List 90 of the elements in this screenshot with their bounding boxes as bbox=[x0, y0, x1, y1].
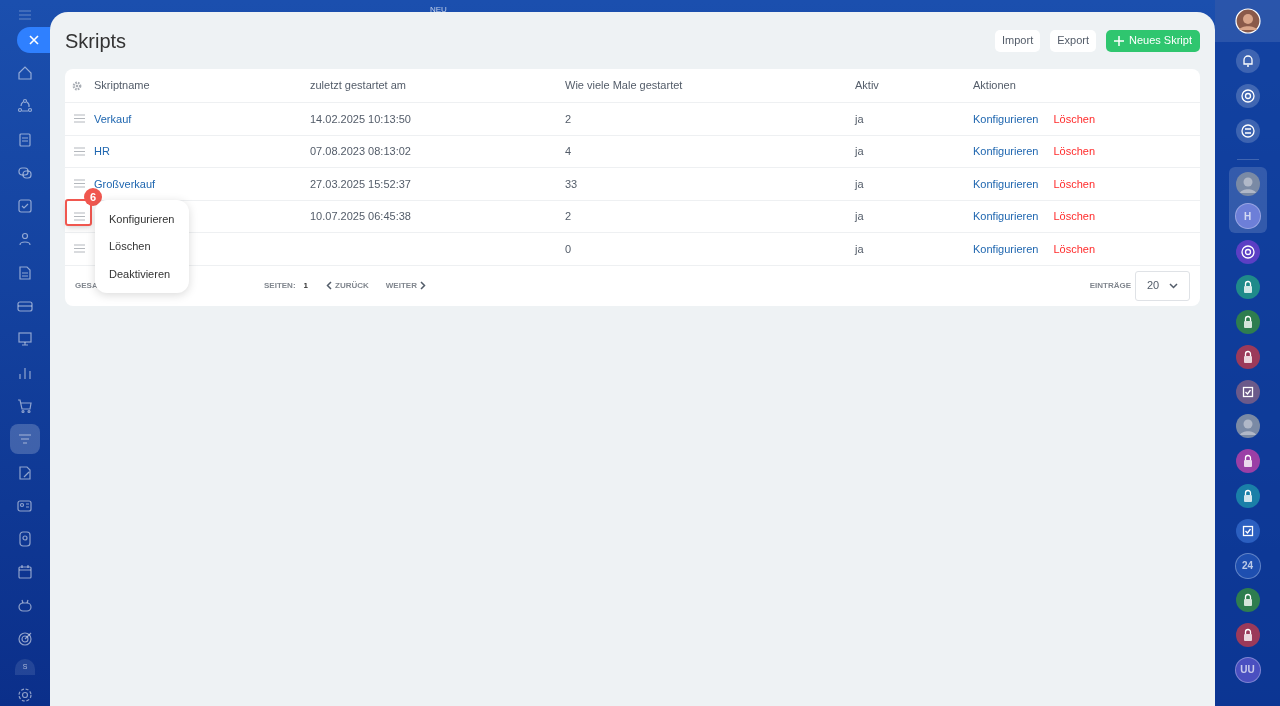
table-cell: 4 bbox=[565, 145, 572, 157]
configure-link[interactable]: Konfigurieren bbox=[973, 240, 1039, 257]
previous-button[interactable]: ZURÜCK bbox=[326, 279, 369, 292]
task-icon[interactable] bbox=[1234, 378, 1261, 405]
export-button[interactable]: Export bbox=[1050, 29, 1096, 52]
avatar-icon[interactable] bbox=[1234, 413, 1261, 440]
chat-avatar[interactable]: UU bbox=[1234, 656, 1261, 683]
page-number: 1 bbox=[303, 279, 308, 292]
card-icon bbox=[17, 298, 33, 315]
table-cell: ja bbox=[855, 177, 864, 190]
robot-icon bbox=[17, 597, 33, 614]
chevron-down-icon bbox=[1169, 282, 1178, 289]
task-icon[interactable] bbox=[1234, 517, 1261, 544]
drag-handle-icon[interactable] bbox=[74, 114, 85, 124]
next-button[interactable]: WEITER bbox=[385, 279, 426, 292]
cycle-icon bbox=[17, 98, 33, 115]
calendar-icon bbox=[17, 564, 33, 581]
cart-icon bbox=[17, 397, 33, 414]
entries-select[interactable]: 20 bbox=[1135, 270, 1190, 301]
chat-avatar[interactable]: 24 bbox=[1234, 552, 1261, 579]
file-icon bbox=[17, 264, 33, 281]
lock-icon[interactable] bbox=[1234, 587, 1261, 614]
column-header: Skriptname bbox=[94, 78, 151, 94]
delete-link[interactable]: Löschen bbox=[1053, 143, 1096, 160]
lock-icon[interactable] bbox=[1234, 448, 1261, 475]
total-label: GESA bbox=[75, 279, 99, 292]
target-icon bbox=[17, 631, 33, 648]
contact-card-icon bbox=[17, 497, 33, 514]
configure-link[interactable]: Konfigurieren bbox=[973, 175, 1039, 192]
drag-handle-icon[interactable] bbox=[74, 146, 85, 156]
delete-link[interactable]: Löschen bbox=[1053, 175, 1096, 192]
page-title: Skripts bbox=[65, 28, 127, 54]
close-button[interactable] bbox=[17, 27, 51, 53]
plus-icon bbox=[1114, 35, 1124, 46]
lock-icon[interactable] bbox=[1234, 482, 1261, 509]
chat-icon bbox=[17, 164, 33, 181]
lock-icon[interactable] bbox=[1234, 274, 1261, 301]
table-cell: 2 bbox=[565, 112, 572, 125]
new-label: NEU bbox=[430, 4, 447, 16]
column-header: zuletzt gestartet am bbox=[310, 78, 407, 94]
table-cell: 33 bbox=[565, 177, 578, 190]
people-icon bbox=[17, 231, 33, 248]
delete-link[interactable]: Löschen bbox=[1053, 208, 1096, 225]
settings-icon[interactable] bbox=[17, 687, 33, 704]
drag-handle-icon[interactable] bbox=[74, 179, 85, 189]
delete-link[interactable]: Löschen bbox=[1053, 110, 1096, 127]
column-header: Wie viele Male gestartet bbox=[565, 78, 684, 94]
chevron-right-icon bbox=[419, 281, 426, 290]
delete-link[interactable]: Löschen bbox=[1053, 240, 1096, 257]
pages-label: SEITEN: bbox=[264, 279, 296, 292]
table-cell: 07.08.2023 08:13:02 bbox=[310, 145, 411, 157]
table-cell: ja bbox=[855, 112, 864, 125]
lock-icon[interactable] bbox=[1234, 343, 1261, 370]
drag-handle-icon[interactable] bbox=[74, 244, 85, 254]
entries-label: EINTRÄGE bbox=[1089, 279, 1131, 292]
home-icon bbox=[17, 65, 33, 81]
menu-item[interactable]: Konfigurieren bbox=[95, 205, 189, 233]
checkbox-icon bbox=[17, 198, 33, 215]
lock-icon[interactable] bbox=[1234, 309, 1261, 335]
lock-icon[interactable] bbox=[1234, 622, 1261, 649]
import-button[interactable]: Import bbox=[995, 29, 1041, 52]
table-cell: 2 bbox=[565, 210, 572, 222]
step-badge: 6 bbox=[84, 187, 102, 206]
column-header: Aktiv bbox=[855, 78, 880, 94]
table-cell: 14.02.2025 10:13:50 bbox=[310, 112, 411, 125]
table-cell: ja bbox=[855, 145, 864, 157]
configure-link[interactable]: Konfigurieren bbox=[973, 208, 1039, 225]
document-icon bbox=[17, 131, 33, 148]
user-avatar[interactable] bbox=[1234, 8, 1261, 34]
table-cell: 27.03.2025 15:52:37 bbox=[310, 177, 411, 190]
column-header: Aktionen bbox=[973, 78, 1017, 94]
bell-icon[interactable] bbox=[1234, 48, 1261, 74]
table-cell: 0 bbox=[565, 242, 572, 255]
close-icon bbox=[29, 35, 39, 45]
menu-item[interactable]: Löschen bbox=[95, 232, 189, 260]
script-name-link[interactable]: Verkauf bbox=[94, 112, 132, 125]
table-cell: ja bbox=[855, 210, 864, 222]
avatar-icon[interactable] bbox=[1234, 171, 1261, 198]
configure-link[interactable]: Konfigurieren bbox=[973, 110, 1039, 127]
presentation-icon bbox=[17, 331, 33, 348]
table-cell: ja bbox=[855, 242, 864, 255]
chevron-left-icon bbox=[326, 281, 332, 290]
configure-link[interactable]: Konfigurieren bbox=[973, 143, 1039, 160]
edit-icon bbox=[17, 464, 33, 481]
table-cell: 10.07.2025 06:45:38 bbox=[310, 210, 411, 222]
device-icon bbox=[17, 531, 33, 548]
sidebar-item[interactable] bbox=[10, 424, 40, 455]
script-name-link[interactable]: HR bbox=[94, 145, 110, 157]
script-name-link[interactable]: Großverkauf bbox=[94, 177, 156, 190]
drag-handle-icon[interactable] bbox=[74, 211, 85, 221]
